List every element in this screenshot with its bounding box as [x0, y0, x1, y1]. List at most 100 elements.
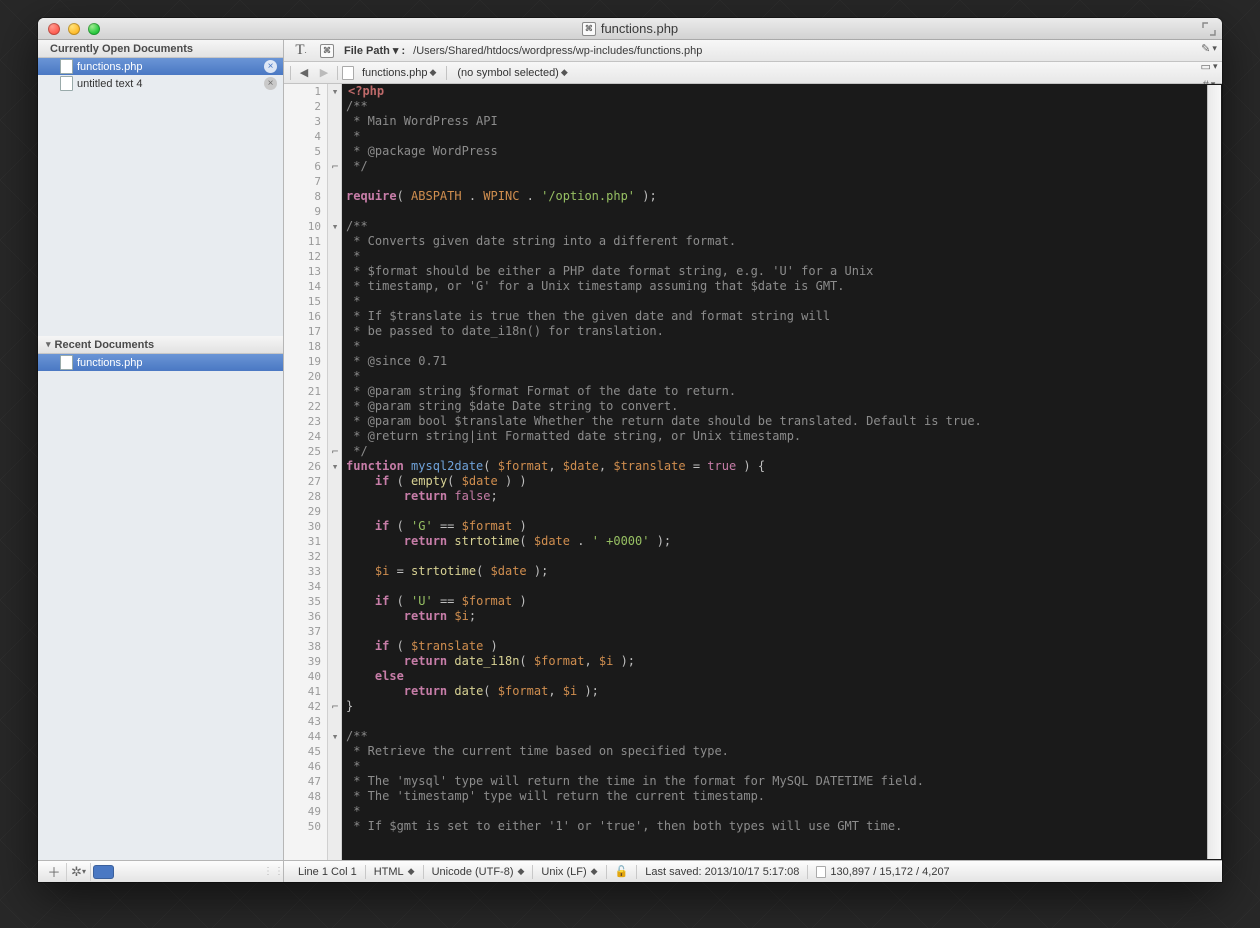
code-line[interactable]: *	[346, 804, 1222, 819]
traffic-lights	[48, 23, 100, 35]
symbol-selector[interactable]: (no symbol selected) ◆	[453, 67, 571, 79]
close-document-icon[interactable]: ×	[264, 60, 277, 73]
code-line[interactable]: }	[346, 699, 1222, 714]
code-line[interactable]: *	[346, 369, 1222, 384]
file-selector[interactable]: functions.php ◆	[358, 67, 440, 79]
cursor-position[interactable]: Line 1 Col 1	[290, 866, 365, 878]
code-line[interactable]: * be passed to date_i18n() for translati…	[346, 324, 1222, 339]
code-line[interactable]: return strtotime( $date . ' +0000' );	[346, 534, 1222, 549]
code-line[interactable]: *	[346, 294, 1222, 309]
code-line[interactable]: return $i;	[346, 609, 1222, 624]
code-line[interactable]: * The 'timestamp' type will return the c…	[346, 789, 1222, 804]
code-line[interactable]: if ( 'G' == $format )	[346, 519, 1222, 534]
minimize-window-button[interactable]	[68, 23, 80, 35]
code-line[interactable]: * @param string $format Format of the da…	[346, 384, 1222, 399]
code-line[interactable]: * @param string $date Date string to con…	[346, 399, 1222, 414]
code-area[interactable]: <?php/** * Main WordPress API * * @packa…	[342, 84, 1222, 860]
code-line[interactable]: return false;	[346, 489, 1222, 504]
document-stats[interactable]: 130,897 / 15,172 / 4,207	[808, 866, 957, 878]
code-line[interactable]: require( ABSPATH . WPINC . '/option.php'…	[346, 189, 1222, 204]
editor-scrollbar[interactable]	[1207, 85, 1221, 859]
path-bar: T. File Path ▾ : /Users/Shared/htdocs/wo…	[284, 40, 1222, 62]
code-line[interactable]: <?php	[346, 84, 1222, 99]
code-line[interactable]: * timestamp, or 'G' for a Unix timestamp…	[346, 279, 1222, 294]
code-line[interactable]: * Main WordPress API	[346, 114, 1222, 129]
fold-toggle-icon[interactable]: ▾	[329, 729, 341, 744]
document-name: functions.php	[77, 357, 142, 369]
code-line[interactable]: /**	[346, 729, 1222, 744]
code-line[interactable]: * @param bool $translate Whether the ret…	[346, 414, 1222, 429]
code-line[interactable]: if ( 'U' == $format )	[346, 594, 1222, 609]
sidebar-mode-button[interactable]	[90, 863, 114, 881]
code-line[interactable]	[346, 174, 1222, 189]
fold-toggle-icon[interactable]: ⌐	[329, 699, 341, 714]
code-line[interactable]	[346, 624, 1222, 639]
lock-icon[interactable]: 🔓	[607, 865, 637, 878]
code-line[interactable]	[346, 579, 1222, 594]
code-line[interactable]: function mysql2date( $format, $date, $tr…	[346, 459, 1222, 474]
code-line[interactable]: *	[346, 129, 1222, 144]
code-line[interactable]: *	[346, 339, 1222, 354]
code-line[interactable]: * Converts given date string into a diff…	[346, 234, 1222, 249]
close-window-button[interactable]	[48, 23, 60, 35]
zoom-window-button[interactable]	[88, 23, 100, 35]
file-path[interactable]: /Users/Shared/htdocs/wordpress/wp-includ…	[413, 45, 702, 57]
code-line[interactable]: return date( $format, $i );	[346, 684, 1222, 699]
code-line[interactable]: *	[346, 759, 1222, 774]
encoding-selector[interactable]: Unicode (UTF-8)◆	[424, 866, 533, 878]
fold-toggle-icon[interactable]: ⌐	[329, 444, 341, 459]
fold-gutter[interactable]: ▾⌐▾⌐▾⌐▾	[328, 84, 342, 860]
code-line[interactable]: * If $gmt is set to either '1' or 'true'…	[346, 819, 1222, 834]
pencil-tool-icon[interactable]: ✎▾	[1200, 40, 1218, 58]
code-line[interactable]: return date_i18n( $format, $i );	[346, 654, 1222, 669]
open-docs-header[interactable]: Currently Open Documents	[38, 40, 283, 58]
recent-document-item[interactable]: functions.php	[38, 354, 283, 371]
sidebar-resize-grip[interactable]: ⋮⋮⋮	[263, 866, 279, 877]
code-line[interactable]: $i = strtotime( $date );	[346, 564, 1222, 579]
code-line[interactable]: /**	[346, 219, 1222, 234]
symbol-selector-label: (no symbol selected)	[457, 67, 559, 79]
clipboard-tool-icon[interactable]: ▭▾	[1200, 58, 1218, 76]
code-line[interactable]: *	[346, 249, 1222, 264]
code-line[interactable]	[346, 549, 1222, 564]
fold-toggle-icon[interactable]: ▾	[329, 219, 341, 234]
code-line[interactable]: /**	[346, 99, 1222, 114]
nav-back-button[interactable]: ◀	[295, 64, 313, 82]
line-number-gutter[interactable]: 1234567891011121314151617181920212223242…	[284, 84, 328, 860]
add-document-button[interactable]: ＋	[42, 863, 66, 881]
sidebar-settings-button[interactable]: ✲▾	[66, 863, 90, 881]
code-line[interactable]	[346, 204, 1222, 219]
nav-forward-button[interactable]: ▶	[315, 64, 333, 82]
recent-docs-header[interactable]: ▾ Recent Documents	[38, 336, 283, 354]
fold-toggle-icon[interactable]: ▾	[329, 459, 341, 474]
lineending-selector[interactable]: Unix (LF)◆	[533, 866, 605, 878]
code-line[interactable]: * If $translate is true then the given d…	[346, 309, 1222, 324]
code-line[interactable]: else	[346, 669, 1222, 684]
path-label: File Path ▾ :	[344, 44, 405, 57]
code-line[interactable]: * $format should be either a PHP date fo…	[346, 264, 1222, 279]
open-document-item[interactable]: functions.php×	[38, 58, 283, 75]
code-line[interactable]: */	[346, 444, 1222, 459]
document-icon	[816, 866, 826, 878]
code-line[interactable]: if ( empty( $date ) )	[346, 474, 1222, 489]
code-line[interactable]: if ( $translate )	[346, 639, 1222, 654]
fullscreen-icon[interactable]	[1202, 22, 1216, 36]
file-info-icon[interactable]	[318, 43, 336, 59]
code-line[interactable]: * @since 0.71	[346, 354, 1222, 369]
code-line[interactable]: * @package WordPress	[346, 144, 1222, 159]
code-line[interactable]	[346, 714, 1222, 729]
code-line[interactable]	[346, 504, 1222, 519]
fold-toggle-icon[interactable]: ▾	[329, 84, 341, 99]
open-document-item[interactable]: untitled text 4×	[38, 75, 283, 92]
code-line[interactable]: * Retrieve the current time based on spe…	[346, 744, 1222, 759]
code-line[interactable]: * The 'mysql' type will return the time …	[346, 774, 1222, 789]
code-line[interactable]: * @return string|int Formatted date stri…	[346, 429, 1222, 444]
titlebar[interactable]: functions.php	[38, 18, 1222, 40]
language-selector[interactable]: HTML◆	[366, 866, 423, 878]
open-docs-label: Currently Open Documents	[50, 43, 193, 55]
fold-toggle-icon[interactable]: ⌐	[329, 159, 341, 174]
code-line[interactable]: */	[346, 159, 1222, 174]
text-tool-icon[interactable]: T.	[292, 43, 310, 59]
close-document-icon[interactable]: ×	[264, 77, 277, 90]
code-editor[interactable]: 1234567891011121314151617181920212223242…	[284, 84, 1222, 860]
